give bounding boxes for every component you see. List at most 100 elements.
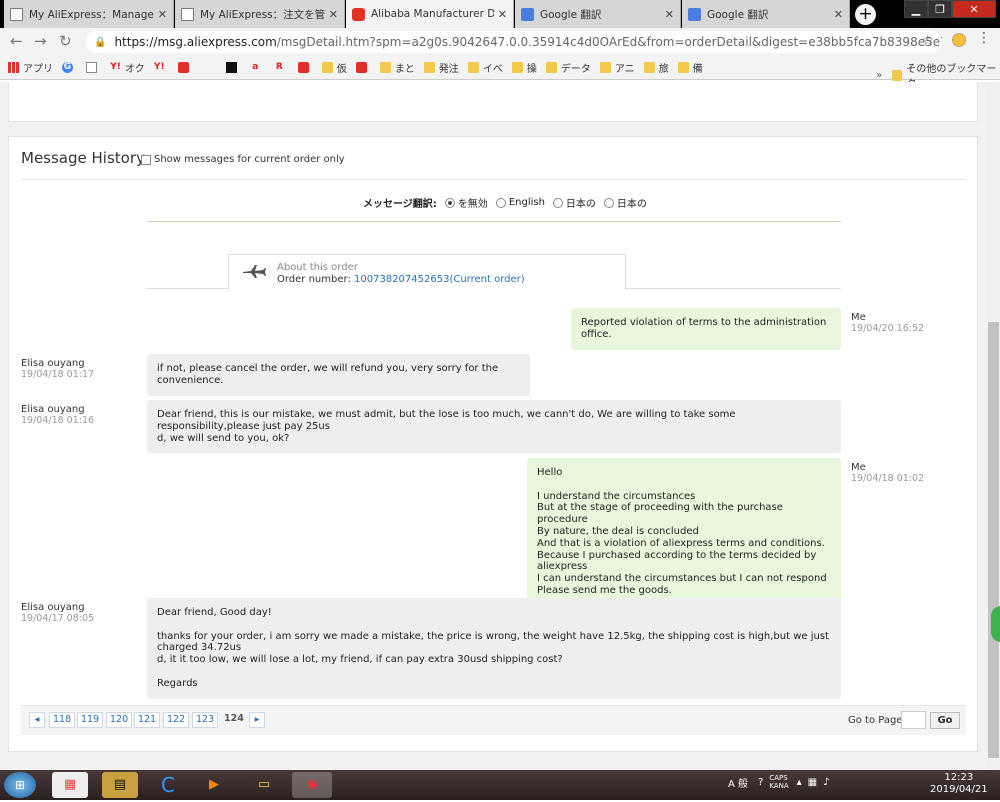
grid-app-icon[interactable]: ▦ [52,772,88,798]
taskbar-clock[interactable]: 12:23 2019/04/21 [930,772,988,796]
clock-time: 12:23 [944,772,974,783]
forward-icon[interactable]: → [34,32,47,50]
bookmark-item[interactable]: 旅 [643,60,669,75]
divider [147,288,229,289]
page-link[interactable]: 122 [163,712,190,728]
back-icon[interactable]: ← [10,32,23,50]
page-link[interactable]: 121 [134,712,161,728]
bookmark-label: 操 [526,64,537,75]
bookmark-item[interactable]: a [250,62,265,73]
tab-1[interactable]: My AliExpress：注文を管理 ✕ [175,0,345,28]
tab-4[interactable]: Google 翻訳 ✕ [682,0,850,28]
tab-0[interactable]: My AliExpress：Manage O ✕ [4,0,174,28]
tray-arrow-icon[interactable]: ▴ [797,777,802,788]
page-scrollbar[interactable] [987,82,1000,770]
bookmark-item[interactable]: 発注 [423,60,459,75]
message-sender: Me 19/04/20 16:52 [851,312,925,334]
page-content: Message History Show messages for curren… [0,82,1000,770]
bookmark-item[interactable]: イベ [467,60,503,75]
radio-english[interactable] [495,197,506,208]
bookmark-item[interactable]: R [274,62,289,73]
close-icon[interactable]: ✕ [329,8,338,21]
calendar-app-icon[interactable]: ▤ [102,772,138,798]
page-link[interactable]: 118 [49,712,76,728]
bookmark-item[interactable]: アニ [599,60,635,75]
message-bubble: Dear friend, this is our mistake, we mus… [147,400,841,454]
media-player-icon[interactable]: ▶ [196,772,232,798]
ime-indicator[interactable]: A 般 [728,775,748,790]
radio-japanese-1[interactable] [552,197,563,208]
explorer-icon[interactable]: ▭ [246,772,282,798]
close-icon[interactable]: ✕ [665,8,674,21]
bookmark-item[interactable]: アプリ [8,60,53,75]
tab-2[interactable]: Alibaba Manufacturer Dire ✕ [346,0,514,28]
network-icon[interactable]: ▦ [808,777,817,788]
address-bar[interactable]: 🔒 https://msg.aliexpress.com/msgDetail.h… [86,31,942,53]
restore-button[interactable]: ❐ [928,0,952,18]
tab-title: My AliExpress：注文を管理 [200,8,325,21]
bookmark-item[interactable]: 操 [511,60,537,75]
prev-page-button[interactable]: ◂ [29,712,45,728]
order-number: Order number: 100738207452653(Current or… [277,274,525,285]
browser-chrome: My AliExpress：Manage O ✕ My AliExpress：注… [0,0,1000,90]
divider [147,221,841,222]
scrollbar-thumb[interactable] [988,322,999,758]
bookmark-item[interactable] [202,62,217,73]
browser-toolbar: ← → ↻ 🔒 https://msg.aliexpress.com/msgDe… [0,28,1000,56]
close-icon[interactable]: ✕ [158,8,167,21]
message-bubble: if not, please cancel the order, we will… [147,354,530,396]
system-tray: A 般 ? CAPS KANA ▴ ▦ ♪ [728,774,830,790]
bookmark-item[interactable]: データ [545,60,591,75]
bookmark-item[interactable]: 備 [677,60,703,75]
next-page-button[interactable]: ▸ [249,712,265,728]
google-icon: G [62,62,73,73]
reload-icon[interactable]: ↻ [59,32,72,50]
bookmark-item[interactable]: まと [379,60,415,75]
airplane-icon [243,265,266,278]
star-icon[interactable]: ☆ [921,33,934,49]
warning-icon [202,62,213,73]
folder-icon [892,69,903,81]
radio-disable[interactable] [444,197,455,208]
bookmark-item[interactable] [177,62,193,73]
new-tab-button[interactable]: + [855,4,876,25]
bookmark-item[interactable] [297,62,313,73]
minimize-button[interactable]: ▁ [904,0,928,18]
bookmark-item[interactable]: Y! [154,62,169,73]
bookmark-label: アプリ [23,64,53,75]
page-link[interactable]: 119 [77,712,104,728]
yahoo-icon: Y! [154,62,165,72]
order-number-link[interactable]: 100738207452653(Current order) [354,274,525,285]
browser-app-icon[interactable]: C [150,772,186,798]
bookmark-item[interactable]: G [62,62,77,73]
extension-icon[interactable] [952,33,966,47]
tab-3[interactable]: Google 翻訳 ✕ [515,0,681,28]
bookmark-item[interactable]: Y! オク [110,60,145,75]
bookmark-item[interactable]: 仮 [321,60,347,75]
page-link[interactable]: 120 [106,712,133,728]
bookmark-item[interactable] [225,62,241,73]
menu-icon[interactable]: ⋮ [977,30,991,46]
floating-chat-tab[interactable] [991,606,1000,642]
close-icon[interactable]: ✕ [498,8,507,21]
chrome-taskbar-icon[interactable]: ◉ [292,772,332,798]
current-order-only-checkbox[interactable]: Show messages for current order only [141,154,345,165]
checkbox-icon[interactable] [141,154,151,165]
close-window-button[interactable]: ✕ [952,0,996,18]
current-page: 124 [224,713,244,724]
tab-title: Alibaba Manufacturer Dire [371,8,494,20]
clock-date: 2019/04/21 [930,784,988,795]
page-link[interactable]: 123 [192,712,219,728]
help-icon[interactable]: ? [758,777,763,788]
bookmark-item[interactable] [86,62,101,73]
bookmark-item[interactable] [355,62,371,73]
goto-page-input[interactable] [901,711,926,729]
radio-label: 日本の [565,199,596,210]
radio-japanese-2[interactable] [603,197,614,208]
close-icon[interactable]: ✕ [834,8,843,21]
go-button[interactable]: Go [930,712,960,729]
more-bookmarks-icon[interactable]: » [876,70,882,81]
url-text: https://msg.aliexpress.com/msgDetail.htm… [114,35,942,49]
start-button[interactable]: ⊞ [4,772,36,798]
volume-icon[interactable]: ♪ [823,777,829,788]
